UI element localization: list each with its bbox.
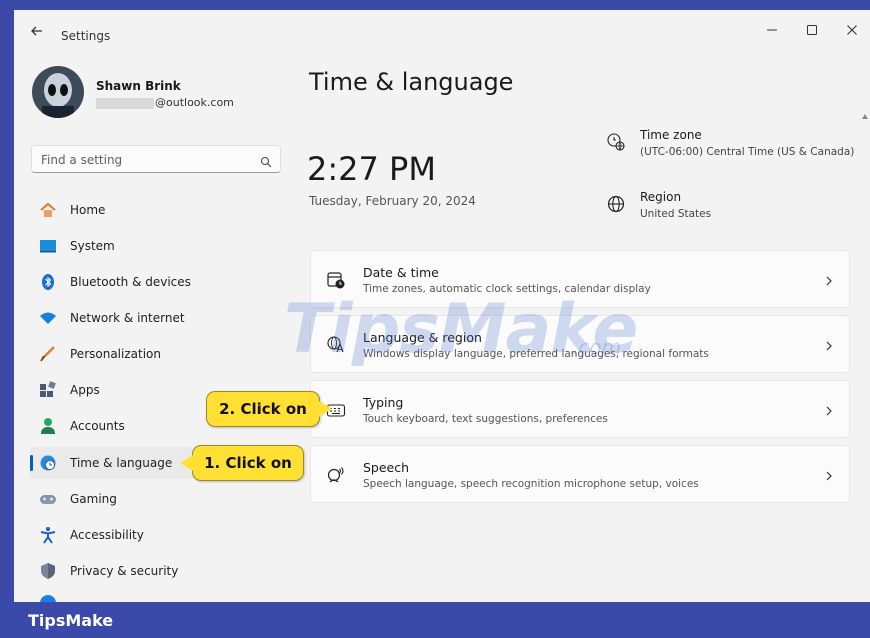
card-title: Speech	[363, 460, 410, 475]
sidebar-item-label: Apps	[70, 383, 100, 397]
sidebar-item-time-language[interactable]: Time & language	[30, 447, 194, 479]
window-title: Settings	[61, 29, 111, 43]
footer-banner: TipsMake	[0, 602, 870, 638]
calendar-clock-icon	[326, 270, 346, 290]
callout-text: 1. Click on	[204, 454, 292, 472]
sidebar-item-network[interactable]: Network & internet	[30, 302, 282, 334]
chevron-right-icon	[824, 272, 834, 291]
search-input[interactable]: Find a setting	[31, 145, 281, 173]
wifi-icon	[39, 309, 57, 327]
sidebar-item-label: Home	[70, 203, 106, 217]
accessibility-icon	[39, 526, 57, 544]
page-title: Time & language	[309, 68, 514, 96]
globe-icon	[606, 194, 626, 214]
speech-icon	[326, 465, 346, 485]
card-typing[interactable]: Typing Touch keyboard, text suggestions,…	[310, 380, 850, 438]
brush-icon	[39, 345, 57, 363]
card-title: Typing	[363, 395, 404, 410]
timezone-info: Time zone (UTC-06:00) Central Time (US &…	[606, 128, 856, 164]
region-value: United States	[640, 208, 712, 220]
callout-step-2: 2. Click on	[206, 391, 332, 427]
title-bar: Settings	[14, 10, 870, 50]
card-subtitle: Speech language, speech recognition micr…	[363, 478, 699, 490]
sidebar-item-label: System	[70, 239, 115, 253]
sidebar-item-system[interactable]: System	[30, 230, 282, 262]
sidebar-item-label: Network & internet	[70, 311, 185, 325]
maximize-button[interactable]	[792, 16, 832, 44]
scroll-up-arrow-icon[interactable]	[862, 114, 868, 119]
callout-text: 2. Click on	[219, 400, 307, 418]
chevron-right-icon	[824, 337, 834, 356]
selection-indicator	[30, 455, 33, 471]
sidebar-item-label: Privacy & security	[70, 564, 179, 578]
shield-icon	[39, 562, 57, 580]
profile-name: Shawn Brink	[96, 79, 181, 93]
sidebar-item-label: Accessibility	[70, 528, 144, 542]
sidebar-item-home[interactable]: Home	[30, 194, 282, 226]
sidebar-item-personalization[interactable]: Personalization	[30, 338, 282, 370]
chevron-right-icon	[824, 402, 834, 421]
sidebar-item-label: Time & language	[70, 456, 173, 470]
current-date: Tuesday, February 20, 2024	[309, 194, 476, 208]
footer-brand: TipsMake	[28, 611, 114, 630]
callout-pointer	[319, 401, 332, 417]
sidebar-item-label: Accounts	[70, 419, 125, 433]
card-title: Date & time	[363, 265, 439, 280]
sidebar-item-accessibility[interactable]: Accessibility	[30, 519, 282, 551]
watermark-suffix: .com	[572, 335, 622, 359]
avatar[interactable]	[32, 66, 84, 118]
timezone-label: Time zone	[640, 128, 702, 142]
search-placeholder: Find a setting	[41, 153, 123, 167]
card-subtitle: Touch keyboard, text suggestions, prefer…	[363, 413, 608, 425]
sidebar-item-bluetooth[interactable]: Bluetooth & devices	[30, 266, 282, 298]
profile-email: @outlook.com	[96, 96, 234, 109]
sidebar-item-privacy[interactable]: Privacy & security	[30, 555, 282, 587]
callout-step-1: 1. Click on	[180, 445, 304, 481]
chevron-right-icon	[824, 467, 834, 486]
settings-window: Settings Shawn Brink @outlook.com Find a…	[14, 10, 870, 602]
current-time: 2:27 PM	[307, 150, 436, 188]
minimize-button[interactable]	[752, 16, 792, 44]
apps-icon	[39, 381, 57, 399]
home-icon	[39, 201, 57, 219]
timezone-value: (UTC-06:00) Central Time (US & Canada)	[640, 146, 855, 158]
profile-email-suffix: @outlook.com	[155, 96, 234, 109]
back-arrow-icon[interactable]	[28, 22, 46, 40]
partial-nav-icon	[40, 595, 56, 602]
timezone-icon	[606, 132, 626, 152]
globe-clock-icon	[39, 454, 57, 472]
search-icon	[260, 153, 272, 172]
callout-pointer	[180, 455, 193, 471]
region-info: Region United States	[606, 190, 806, 226]
close-button[interactable]	[832, 16, 870, 44]
sidebar-item-label: Gaming	[70, 492, 117, 506]
sidebar-item-gaming[interactable]: Gaming	[30, 483, 282, 515]
redacted-email-block	[96, 97, 154, 109]
system-icon	[39, 237, 57, 255]
gamepad-icon	[39, 490, 57, 508]
bluetooth-icon	[39, 273, 57, 291]
card-speech[interactable]: Speech Speech language, speech recogniti…	[310, 445, 850, 503]
sidebar-item-label: Personalization	[70, 347, 161, 361]
sidebar-item-label: Bluetooth & devices	[70, 275, 191, 289]
accounts-icon	[39, 417, 57, 435]
region-label: Region	[640, 190, 682, 204]
